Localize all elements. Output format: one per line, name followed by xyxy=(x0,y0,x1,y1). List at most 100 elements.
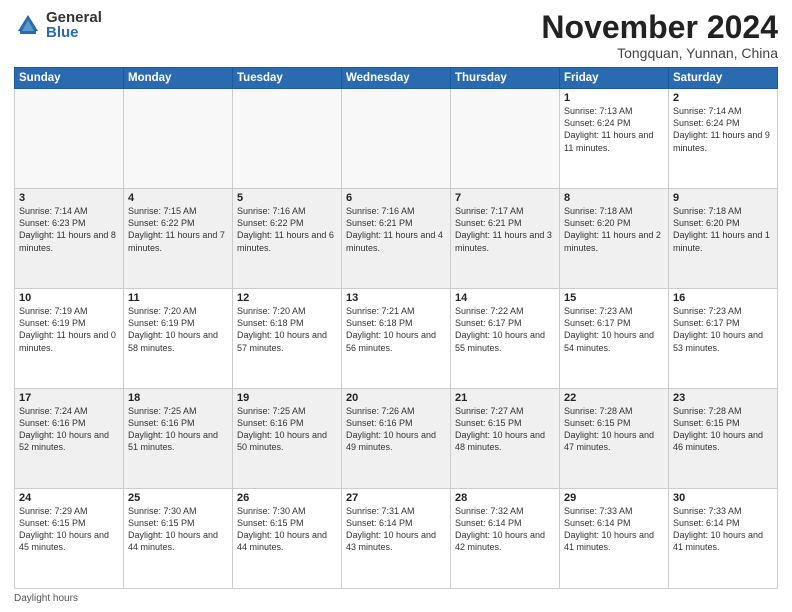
calendar-header-row: Sunday Monday Tuesday Wednesday Thursday… xyxy=(15,68,778,89)
day-info: Sunrise: 7:26 AM Sunset: 6:16 PM Dayligh… xyxy=(346,405,446,454)
table-row: 4Sunrise: 7:15 AM Sunset: 6:22 PM Daylig… xyxy=(124,189,233,289)
table-row: 21Sunrise: 7:27 AM Sunset: 6:15 PM Dayli… xyxy=(451,389,560,489)
day-number: 13 xyxy=(346,292,446,304)
col-monday: Monday xyxy=(124,68,233,89)
table-row: 17Sunrise: 7:24 AM Sunset: 6:16 PM Dayli… xyxy=(15,389,124,489)
day-info: Sunrise: 7:31 AM Sunset: 6:14 PM Dayligh… xyxy=(346,505,446,554)
table-row: 23Sunrise: 7:28 AM Sunset: 6:15 PM Dayli… xyxy=(669,389,778,489)
calendar-week-row: 24Sunrise: 7:29 AM Sunset: 6:15 PM Dayli… xyxy=(15,489,778,589)
day-info: Sunrise: 7:19 AM Sunset: 6:19 PM Dayligh… xyxy=(19,305,119,354)
col-sunday: Sunday xyxy=(15,68,124,89)
table-row: 6Sunrise: 7:16 AM Sunset: 6:21 PM Daylig… xyxy=(342,189,451,289)
table-row: 28Sunrise: 7:32 AM Sunset: 6:14 PM Dayli… xyxy=(451,489,560,589)
day-info: Sunrise: 7:16 AM Sunset: 6:21 PM Dayligh… xyxy=(346,205,446,254)
table-row xyxy=(15,89,124,189)
table-row: 19Sunrise: 7:25 AM Sunset: 6:16 PM Dayli… xyxy=(233,389,342,489)
col-thursday: Thursday xyxy=(451,68,560,89)
day-info: Sunrise: 7:23 AM Sunset: 6:17 PM Dayligh… xyxy=(673,305,773,354)
day-info: Sunrise: 7:24 AM Sunset: 6:16 PM Dayligh… xyxy=(19,405,119,454)
day-number: 17 xyxy=(19,392,119,404)
table-row: 5Sunrise: 7:16 AM Sunset: 6:22 PM Daylig… xyxy=(233,189,342,289)
day-info: Sunrise: 7:13 AM Sunset: 6:24 PM Dayligh… xyxy=(564,105,664,154)
day-info: Sunrise: 7:22 AM Sunset: 6:17 PM Dayligh… xyxy=(455,305,555,354)
page: General Blue November 2024 Tongquan, Yun… xyxy=(0,0,792,612)
table-row: 15Sunrise: 7:23 AM Sunset: 6:17 PM Dayli… xyxy=(560,289,669,389)
day-info: Sunrise: 7:21 AM Sunset: 6:18 PM Dayligh… xyxy=(346,305,446,354)
day-info: Sunrise: 7:20 AM Sunset: 6:19 PM Dayligh… xyxy=(128,305,228,354)
day-number: 3 xyxy=(19,192,119,204)
day-number: 14 xyxy=(455,292,555,304)
logo-icon xyxy=(14,11,42,39)
day-number: 11 xyxy=(128,292,228,304)
day-info: Sunrise: 7:18 AM Sunset: 6:20 PM Dayligh… xyxy=(673,205,773,254)
col-wednesday: Wednesday xyxy=(342,68,451,89)
table-row: 20Sunrise: 7:26 AM Sunset: 6:16 PM Dayli… xyxy=(342,389,451,489)
day-number: 2 xyxy=(673,92,773,104)
table-row: 14Sunrise: 7:22 AM Sunset: 6:17 PM Dayli… xyxy=(451,289,560,389)
day-number: 26 xyxy=(237,492,337,504)
day-info: Sunrise: 7:23 AM Sunset: 6:17 PM Dayligh… xyxy=(564,305,664,354)
day-info: Sunrise: 7:32 AM Sunset: 6:14 PM Dayligh… xyxy=(455,505,555,554)
calendar-week-row: 3Sunrise: 7:14 AM Sunset: 6:23 PM Daylig… xyxy=(15,189,778,289)
calendar-week-row: 17Sunrise: 7:24 AM Sunset: 6:16 PM Dayli… xyxy=(15,389,778,489)
month-title: November 2024 xyxy=(541,10,778,45)
day-number: 9 xyxy=(673,192,773,204)
table-row: 18Sunrise: 7:25 AM Sunset: 6:16 PM Dayli… xyxy=(124,389,233,489)
day-number: 16 xyxy=(673,292,773,304)
table-row: 2Sunrise: 7:14 AM Sunset: 6:24 PM Daylig… xyxy=(669,89,778,189)
day-number: 5 xyxy=(237,192,337,204)
day-number: 8 xyxy=(564,192,664,204)
day-number: 28 xyxy=(455,492,555,504)
table-row: 11Sunrise: 7:20 AM Sunset: 6:19 PM Dayli… xyxy=(124,289,233,389)
table-row: 13Sunrise: 7:21 AM Sunset: 6:18 PM Dayli… xyxy=(342,289,451,389)
table-row xyxy=(342,89,451,189)
location-subtitle: Tongquan, Yunnan, China xyxy=(541,45,778,61)
header: General Blue November 2024 Tongquan, Yun… xyxy=(14,10,778,61)
table-row: 26Sunrise: 7:30 AM Sunset: 6:15 PM Dayli… xyxy=(233,489,342,589)
day-number: 1 xyxy=(564,92,664,104)
day-info: Sunrise: 7:14 AM Sunset: 6:24 PM Dayligh… xyxy=(673,105,773,154)
day-number: 18 xyxy=(128,392,228,404)
day-number: 29 xyxy=(564,492,664,504)
table-row: 24Sunrise: 7:29 AM Sunset: 6:15 PM Dayli… xyxy=(15,489,124,589)
day-info: Sunrise: 7:14 AM Sunset: 6:23 PM Dayligh… xyxy=(19,205,119,254)
day-info: Sunrise: 7:27 AM Sunset: 6:15 PM Dayligh… xyxy=(455,405,555,454)
table-row xyxy=(124,89,233,189)
day-info: Sunrise: 7:30 AM Sunset: 6:15 PM Dayligh… xyxy=(128,505,228,554)
table-row: 3Sunrise: 7:14 AM Sunset: 6:23 PM Daylig… xyxy=(15,189,124,289)
day-number: 7 xyxy=(455,192,555,204)
day-number: 21 xyxy=(455,392,555,404)
calendar-week-row: 1Sunrise: 7:13 AM Sunset: 6:24 PM Daylig… xyxy=(15,89,778,189)
table-row xyxy=(233,89,342,189)
table-row: 16Sunrise: 7:23 AM Sunset: 6:17 PM Dayli… xyxy=(669,289,778,389)
day-number: 23 xyxy=(673,392,773,404)
day-number: 24 xyxy=(19,492,119,504)
table-row: 10Sunrise: 7:19 AM Sunset: 6:19 PM Dayli… xyxy=(15,289,124,389)
day-info: Sunrise: 7:25 AM Sunset: 6:16 PM Dayligh… xyxy=(237,405,337,454)
day-number: 30 xyxy=(673,492,773,504)
day-number: 27 xyxy=(346,492,446,504)
table-row: 27Sunrise: 7:31 AM Sunset: 6:14 PM Dayli… xyxy=(342,489,451,589)
table-row xyxy=(451,89,560,189)
day-info: Sunrise: 7:33 AM Sunset: 6:14 PM Dayligh… xyxy=(564,505,664,554)
day-number: 4 xyxy=(128,192,228,204)
day-info: Sunrise: 7:33 AM Sunset: 6:14 PM Dayligh… xyxy=(673,505,773,554)
logo-general-label: General xyxy=(46,10,102,25)
day-number: 6 xyxy=(346,192,446,204)
table-row: 29Sunrise: 7:33 AM Sunset: 6:14 PM Dayli… xyxy=(560,489,669,589)
table-row: 25Sunrise: 7:30 AM Sunset: 6:15 PM Dayli… xyxy=(124,489,233,589)
day-info: Sunrise: 7:29 AM Sunset: 6:15 PM Dayligh… xyxy=(19,505,119,554)
table-row: 9Sunrise: 7:18 AM Sunset: 6:20 PM Daylig… xyxy=(669,189,778,289)
col-tuesday: Tuesday xyxy=(233,68,342,89)
logo: General Blue xyxy=(14,10,102,40)
table-row: 30Sunrise: 7:33 AM Sunset: 6:14 PM Dayli… xyxy=(669,489,778,589)
day-number: 15 xyxy=(564,292,664,304)
table-row: 1Sunrise: 7:13 AM Sunset: 6:24 PM Daylig… xyxy=(560,89,669,189)
day-number: 20 xyxy=(346,392,446,404)
title-block: November 2024 Tongquan, Yunnan, China xyxy=(541,10,778,61)
day-info: Sunrise: 7:17 AM Sunset: 6:21 PM Dayligh… xyxy=(455,205,555,254)
day-info: Sunrise: 7:28 AM Sunset: 6:15 PM Dayligh… xyxy=(673,405,773,454)
day-number: 22 xyxy=(564,392,664,404)
day-info: Sunrise: 7:15 AM Sunset: 6:22 PM Dayligh… xyxy=(128,205,228,254)
col-friday: Friday xyxy=(560,68,669,89)
